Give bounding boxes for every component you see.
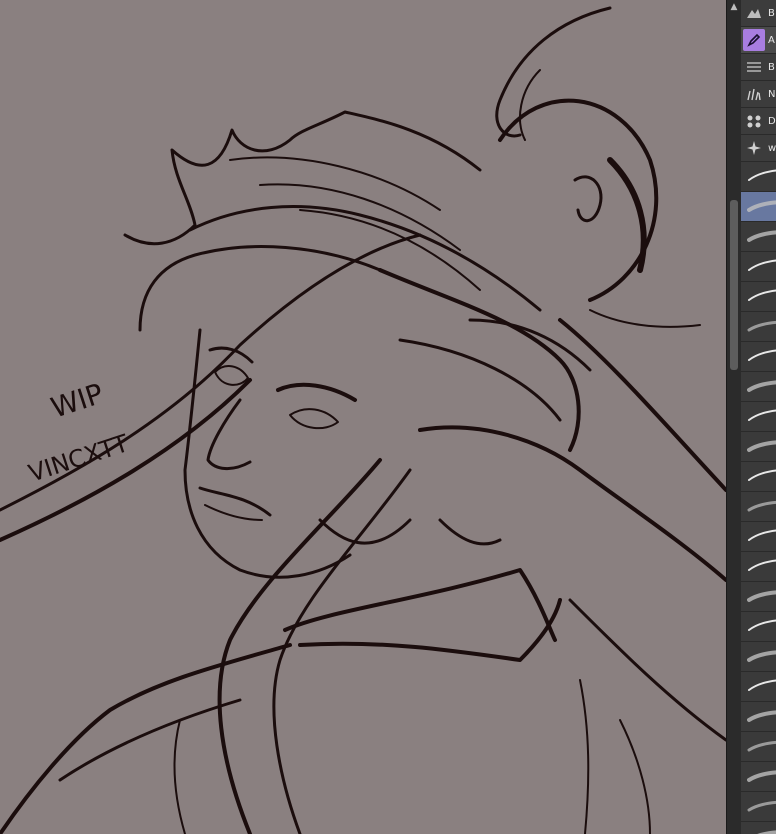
brush-stroke-preview xyxy=(747,440,776,452)
brush-stroke-preview xyxy=(747,380,776,392)
brush-group-label: B xyxy=(768,7,775,19)
brush-stroke-preview xyxy=(748,349,776,361)
brush-group-tab[interactable]: N xyxy=(741,81,776,108)
brush-stroke-preview xyxy=(747,710,776,722)
brush-stroke-preview xyxy=(748,259,776,271)
decoration-icon xyxy=(743,110,765,132)
brush-group-tab[interactable]: w xyxy=(741,135,776,162)
brush-group-tab[interactable]: B xyxy=(741,0,776,27)
brush-item[interactable] xyxy=(741,672,776,702)
canvas-scrollbar[interactable]: ▲ xyxy=(726,0,741,834)
brush-item[interactable] xyxy=(741,642,776,672)
brush-stroke-preview xyxy=(747,320,776,332)
brush-stroke-preview xyxy=(748,559,776,571)
drawing-canvas[interactable]: WIP VINCXTT xyxy=(0,0,726,834)
brush-stroke-preview xyxy=(747,800,776,812)
brush-item[interactable] xyxy=(741,582,776,612)
brush-stroke-preview xyxy=(748,619,776,631)
brush-item[interactable] xyxy=(741,522,776,552)
line-art: WIP VINCXTT xyxy=(0,6,726,834)
brush-group-label: A xyxy=(768,34,775,46)
brush-stroke-preview xyxy=(747,200,776,212)
scrollbar-thumb[interactable] xyxy=(730,200,738,370)
brush-item[interactable] xyxy=(741,402,776,432)
brush-item[interactable] xyxy=(741,222,776,252)
brush-stroke-preview xyxy=(748,679,776,691)
brush-item[interactable] xyxy=(741,432,776,462)
brush-group-label: N xyxy=(768,88,776,100)
brush-item[interactable] xyxy=(741,282,776,312)
wip-annotation: WIP xyxy=(47,377,107,425)
brush-item[interactable] xyxy=(741,312,776,342)
brush-stroke-preview xyxy=(748,169,776,181)
brush-item[interactable] xyxy=(741,552,776,582)
pen-icon xyxy=(743,29,765,51)
brush-item[interactable] xyxy=(741,342,776,372)
brush-group-label: D xyxy=(768,115,776,127)
brush-group-icon xyxy=(743,2,765,24)
brush-item[interactable] xyxy=(741,792,776,822)
brush-item[interactable] xyxy=(741,702,776,732)
brush-stroke-preview xyxy=(748,529,776,541)
brush-item[interactable] xyxy=(741,162,776,192)
brush-group-tab[interactable]: B xyxy=(741,54,776,81)
brush-item[interactable] xyxy=(741,372,776,402)
brush-stroke-preview xyxy=(747,230,776,242)
brush-group-tab[interactable]: A xyxy=(741,27,776,54)
brush-item[interactable] xyxy=(741,492,776,522)
brush-group-label: w xyxy=(768,142,776,154)
brush-stroke-preview xyxy=(747,590,776,602)
brush-stroke-preview xyxy=(747,500,776,512)
brush-item[interactable] xyxy=(741,192,776,222)
brush-group-label: B xyxy=(768,61,775,73)
brush-item[interactable] xyxy=(741,252,776,282)
brush-stroke-preview xyxy=(748,289,776,301)
brush-stroke-preview xyxy=(748,409,776,421)
brush-list xyxy=(741,162,776,834)
scroll-up-icon[interactable]: ▲ xyxy=(727,0,741,14)
brush-item[interactable] xyxy=(741,462,776,492)
brush-stroke-preview xyxy=(747,770,776,782)
brush-item[interactable] xyxy=(741,762,776,792)
brush-item[interactable] xyxy=(741,732,776,762)
lines-icon xyxy=(743,56,765,78)
brush-stroke-preview xyxy=(748,469,776,481)
brush-stroke-preview xyxy=(757,830,776,834)
sparkle-icon xyxy=(743,137,765,159)
brush-stroke-preview xyxy=(747,740,776,752)
brush-panel: B A B N Dw xyxy=(741,0,776,834)
brush-item[interactable] xyxy=(741,822,776,834)
brush-stroke-preview xyxy=(747,650,776,662)
brush-group-tabs: B A B N Dw xyxy=(741,0,776,162)
brush-group-tab[interactable]: D xyxy=(741,108,776,135)
brush-item[interactable] xyxy=(741,612,776,642)
grass-icon xyxy=(743,83,765,105)
